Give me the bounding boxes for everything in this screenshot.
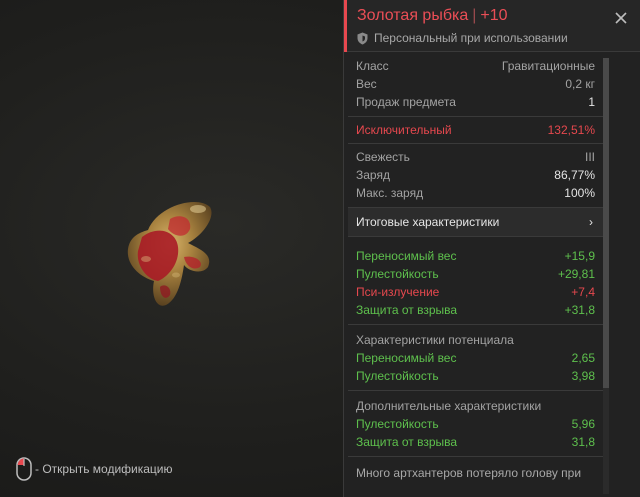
- final-stats-button-label: Итоговые характеристики: [356, 215, 500, 229]
- stat-value: Гравитационные: [501, 59, 595, 73]
- stat-value: 31,8: [571, 435, 595, 449]
- final-stats-button[interactable]: Итоговые характеристики ›: [348, 208, 603, 237]
- title-separator: |: [472, 7, 477, 24]
- stat-label: Пулестойкость: [356, 369, 439, 383]
- additional-title: Дополнительные характеристики: [356, 399, 542, 413]
- additional-row-explosion-protection: Защита от взрыва 31,8: [356, 433, 595, 451]
- accent-bar: [344, 0, 347, 52]
- stat-value: 100%: [564, 186, 595, 200]
- details-content: Класс Гравитационные Вес 0,2 кг Продаж п…: [348, 53, 603, 481]
- binding-row: Персональный при использовании: [357, 31, 568, 45]
- stat-value: +31,8: [564, 303, 595, 317]
- stat-label: Защита от взрыва: [356, 435, 458, 449]
- stat-label: Макс. заряд: [356, 186, 424, 200]
- stat-label: Пулестойкость: [356, 417, 439, 431]
- stat-row-max-charge: Макс. заряд 100%: [356, 184, 595, 202]
- details-scrollbar[interactable]: [603, 58, 609, 494]
- item-upgrade-level: +10: [480, 7, 508, 24]
- rarity-label: Исключительный: [356, 123, 452, 137]
- stat-label: Класс: [356, 59, 389, 73]
- item-title: Золотая рыбка | +10: [357, 7, 508, 25]
- rarity-section: Исключительный 132,51%: [348, 117, 603, 144]
- stat-label: Заряд: [356, 168, 390, 182]
- stat-value: +15,9: [564, 249, 595, 263]
- stat-row-sales: Продаж предмета 1: [356, 93, 595, 111]
- shield-icon: [357, 32, 368, 44]
- stat-label: Вес: [356, 77, 377, 91]
- stat-label: Пси-излучение: [356, 285, 440, 299]
- stat-label: Переносимый вес: [356, 351, 457, 365]
- stat-value: 2,65: [571, 351, 595, 365]
- stat-value: III: [584, 150, 595, 164]
- item-viewer[interactable]: - Открыть модификацию: [0, 0, 343, 497]
- mouse-icon: [16, 457, 32, 481]
- stat-row-explosion-protection: Защита от взрыва +31,8: [356, 301, 595, 319]
- potential-title: Характеристики потенциала: [356, 333, 514, 347]
- stat-row-bullet-resistance: Пулестойкость +29,81: [356, 265, 595, 283]
- base-stats-section: Класс Гравитационные Вес 0,2 кг Продаж п…: [348, 53, 603, 117]
- additional-section: Дополнительные характеристики Пулестойко…: [348, 391, 603, 457]
- open-modification-hint: - Открыть модификацию: [16, 457, 173, 481]
- stat-value: 86,77%: [554, 168, 595, 182]
- item-details-panel: Золотая рыбка | +10 Персональный при испол…: [343, 0, 640, 497]
- stat-value: 5,96: [571, 417, 595, 431]
- stat-row-weight: Вес 0,2 кг: [356, 75, 595, 93]
- hint-text: - Открыть модификацию: [35, 462, 173, 476]
- stat-value: 0,2 кг: [565, 77, 595, 91]
- rarity-value: 132,51%: [547, 123, 595, 137]
- item-name: Золотая рыбка: [357, 7, 469, 24]
- stat-value: +29,81: [557, 267, 595, 281]
- close-button[interactable]: [614, 11, 628, 25]
- stat-row-psi-radiation: Пси-излучение +7,4: [356, 283, 595, 301]
- stat-label: Продаж предмета: [356, 95, 456, 109]
- stat-row-charge: Заряд 86,77%: [356, 166, 595, 184]
- stat-row-freshness: Свежесть III: [356, 148, 595, 166]
- additional-row-bullet-resistance: Пулестойкость 5,96: [356, 415, 595, 433]
- binding-text: Персональный при использовании: [374, 31, 568, 45]
- item-description: Много артхантеров потеряло голову при: [356, 466, 582, 480]
- stat-label: Защита от взрыва: [356, 303, 458, 317]
- condition-section: Свежесть III Заряд 86,77% Макс. заряд 10…: [348, 144, 603, 208]
- final-stats-section: Переносимый вес +15,9 Пулестойкость +29,…: [348, 237, 603, 325]
- potential-row-carry-weight: Переносимый вес 2,65: [356, 349, 595, 367]
- scrollbar-thumb[interactable]: [603, 58, 609, 388]
- stat-value: +7,4: [571, 285, 595, 299]
- stat-label: Пулестойкость: [356, 267, 439, 281]
- stat-row-class: Класс Гравитационные: [356, 57, 595, 75]
- artifact-image[interactable]: [118, 195, 218, 310]
- details-scroll-area[interactable]: Класс Гравитационные Вес 0,2 кг Продаж п…: [344, 53, 640, 497]
- potential-row-bullet-resistance: Пулестойкость 3,98: [356, 367, 595, 385]
- rarity-row: Исключительный 132,51%: [356, 121, 595, 139]
- stat-row-carry-weight: Переносимый вес +15,9: [356, 247, 595, 265]
- stat-label: Свежесть: [356, 150, 410, 164]
- stat-value: 1: [588, 95, 595, 109]
- stat-label: Переносимый вес: [356, 249, 457, 263]
- stat-value: 3,98: [571, 369, 595, 383]
- chevron-right-icon: ›: [589, 215, 593, 229]
- panel-header: Золотая рыбка | +10 Персональный при испол…: [344, 0, 640, 52]
- potential-section: Характеристики потенциала Переносимый ве…: [348, 325, 603, 391]
